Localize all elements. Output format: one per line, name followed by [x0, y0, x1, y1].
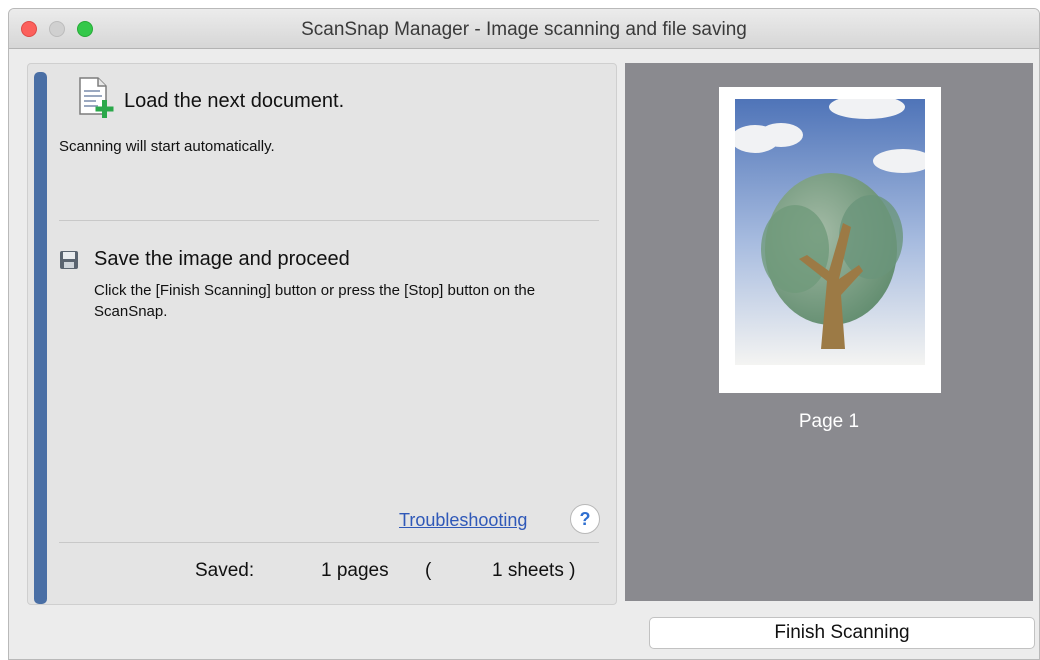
scan-preview-area: Page 1: [625, 63, 1033, 601]
accent-bar: [34, 72, 47, 604]
section-divider: [59, 542, 599, 543]
finish-scanning-button[interactable]: Finish Scanning: [649, 617, 1035, 649]
page-thumbnail[interactable]: [719, 87, 941, 393]
troubleshooting-link[interactable]: Troubleshooting: [399, 510, 527, 531]
saved-open-paren: (: [425, 560, 432, 581]
saved-label: Saved:: [195, 560, 255, 581]
floppy-disk-icon: [60, 251, 78, 269]
save-step-description: Click the [Finish Scanning] button or pr…: [94, 282, 536, 320]
window-title: ScanSnap Manager - Image scanning and fi…: [301, 19, 747, 40]
load-step-title: Load the next document.: [124, 90, 345, 112]
instructions-panel: Load the next document. Scanning will st…: [27, 63, 617, 605]
document-add-icon: [79, 77, 114, 118]
help-button[interactable]: ?: [570, 504, 600, 534]
saved-pages-count: 1 pages: [321, 560, 389, 581]
page-label: Page 1: [798, 411, 860, 432]
scanned-tree-image: [735, 99, 925, 365]
title-bar: ScanSnap Manager - Image scanning and fi…: [9, 9, 1039, 49]
section-divider: [59, 220, 599, 221]
load-step-subtitle: Scanning will start automatically.: [59, 138, 275, 155]
save-step-title: Save the image and proceed: [94, 248, 350, 270]
scansnap-window: ScanSnap Manager - Image scanning and fi…: [8, 8, 1040, 660]
saved-sheets-count: 1 sheets ): [492, 560, 576, 581]
